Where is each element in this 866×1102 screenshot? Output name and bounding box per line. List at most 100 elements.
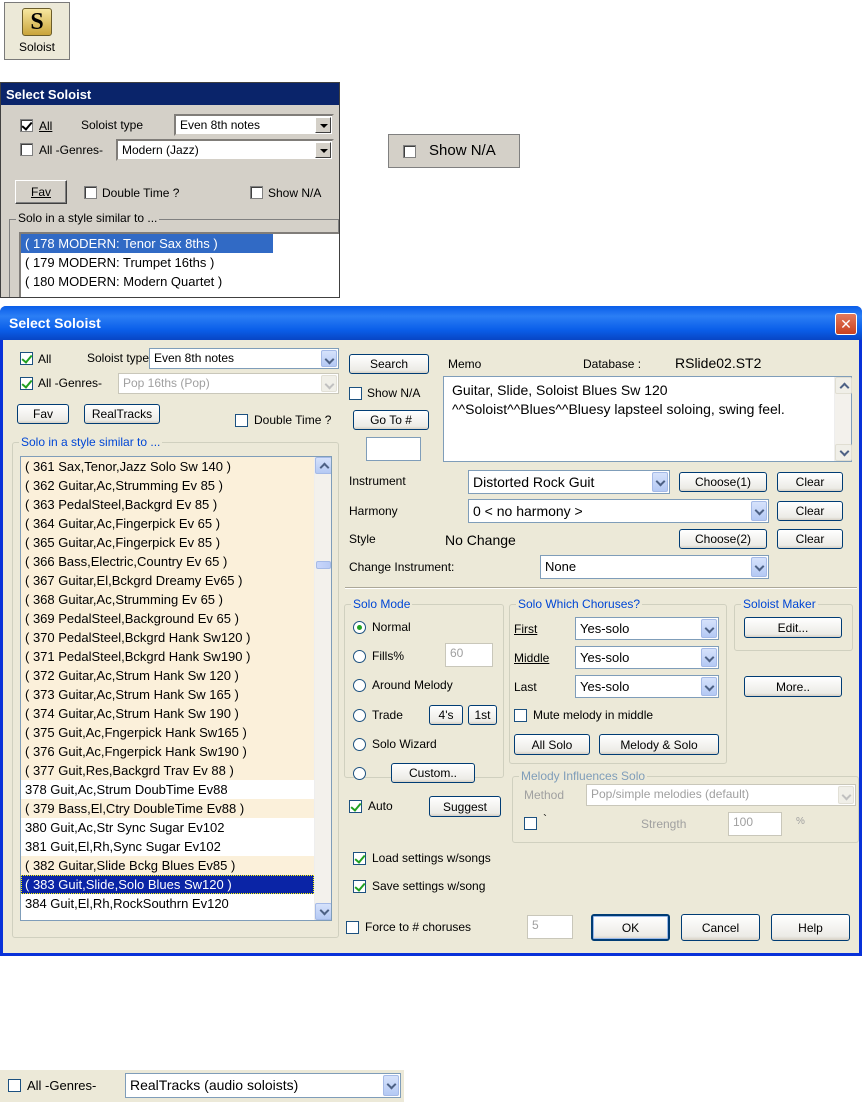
chevron-down-icon[interactable] [383,1075,399,1096]
list-item[interactable]: ( 376 Guit,Ac,Fngerpick Hank Sw190 ) [21,742,314,761]
trade-radio[interactable] [353,709,366,722]
small-show-na-checkbox[interactable] [250,186,263,199]
list-item[interactable]: ( 368 Guitar,Ac,Strumming Ev 65 ) [21,590,314,609]
small-fav-button[interactable]: Fav [15,180,67,204]
change-instrument-select[interactable]: None [540,555,769,579]
chevron-down-icon[interactable] [315,142,331,158]
genres-select[interactable]: Pop 16ths (Pop) [118,373,339,394]
melody-and-solo-button[interactable]: Melody & Solo [599,734,719,755]
small-genres-checkbox[interactable] [20,143,33,156]
trade-1st-button[interactable]: 1st [468,705,497,725]
callout-show-na-checkbox[interactable] [403,145,416,158]
memo-textarea[interactable]: Guitar, Slide, Soloist Blues Sw 120 ^^So… [443,376,852,462]
melody-influence-checkbox[interactable] [524,817,537,830]
save-settings-checkbox[interactable] [353,880,366,893]
list-item[interactable]: ( 361 Sax,Tenor,Jazz Solo Sw 140 ) [21,457,314,476]
scroll-down-icon[interactable] [835,444,852,461]
solo-wizard-radio[interactable] [353,738,366,751]
chevron-down-icon[interactable] [652,472,668,492]
ok-button[interactable]: OK [591,914,670,941]
more-button[interactable]: More.. [744,676,842,697]
list-item[interactable]: 380 Guit,Ac,Str Sync Sugar Ev102 [21,818,314,837]
goto-number-input[interactable] [366,437,421,461]
edit-button[interactable]: Edit... [744,617,842,638]
callout-genres-checkbox[interactable] [8,1079,21,1092]
trade-4s-button[interactable]: 4's [429,705,463,725]
all-checkbox[interactable] [20,352,33,365]
list-item[interactable]: 381 Guit,El,Rh,Sync Sugar Ev102 [21,837,314,856]
custom-radio[interactable] [353,767,366,780]
double-time-checkbox[interactable] [235,414,248,427]
list-item[interactable]: ( 370 PedalSteel,Bckgrd Hank Sw120 ) [21,628,314,647]
list-item[interactable]: ( 375 Guit,Ac,Fngerpick Hank Sw165 ) [21,723,314,742]
chevron-down-icon[interactable] [751,501,767,521]
suggest-button[interactable]: Suggest [429,796,501,817]
around-melody-radio[interactable] [353,679,366,692]
list-item[interactable]: 378 Guit,Ac,Strum DoubTime Ev88 [21,780,314,799]
fills-percent-input[interactable]: 60 [445,643,493,667]
list-item[interactable]: ( 383 Guit,Slide,Solo Blues Sw120 ) [21,875,314,894]
normal-radio[interactable] [353,621,366,634]
choose2-button[interactable]: Choose(2) [679,529,767,549]
memo-scrollbar[interactable] [834,377,852,461]
close-button[interactable]: ✕ [835,313,857,335]
list-item[interactable]: ( 363 PedalSteel,Backgrd Ev 85 ) [21,495,314,514]
callout-genres-select[interactable]: RealTracks (audio soloists) [125,1073,401,1098]
list-item[interactable]: ( 379 Bass,El,Ctry DoubleTime Ev88 ) [21,799,314,818]
list-item[interactable]: ( 366 Bass,Electric,Country Ev 65 ) [21,552,314,571]
list-scrollbar[interactable] [314,457,331,920]
method-select[interactable]: Pop/simple melodies (default) [586,784,856,806]
clear-harmony-button[interactable]: Clear [777,501,843,521]
chevron-down-icon[interactable] [701,677,717,696]
all-solo-button[interactable]: All Solo [514,734,590,755]
choose1-button[interactable]: Choose(1) [679,472,767,492]
list-item[interactable]: ( 372 Guitar,Ac,Strum Hank Sw 120 ) [21,666,314,685]
small-all-checkbox[interactable] [20,119,33,132]
harmony-select[interactable]: 0 < no harmony > [468,499,769,523]
chevron-down-icon[interactable] [701,619,717,638]
load-settings-checkbox[interactable] [353,852,366,865]
scroll-down-icon[interactable] [315,903,331,920]
chevron-down-icon[interactable] [321,350,337,367]
cancel-button[interactable]: Cancel [681,914,760,941]
small-double-time-checkbox[interactable] [84,186,97,199]
list-item[interactable]: ( 371 PedalSteel,Bckgrd Hank Sw190 ) [21,647,314,666]
scroll-thumb[interactable] [316,561,331,569]
list-item[interactable]: ( 179 MODERN: Trumpet 16ths ) [21,253,339,272]
last-chorus-select[interactable]: Yes-solo [575,675,719,698]
fills-radio[interactable] [353,650,366,663]
scroll-up-icon[interactable] [835,377,852,394]
force-choruses-input[interactable]: 5 [527,915,573,939]
middle-chorus-select[interactable]: Yes-solo [575,646,719,669]
search-button[interactable]: Search [349,354,429,374]
list-item[interactable]: ( 373 Guitar,Ac,Strum Hank Sw 165 ) [21,685,314,704]
list-item[interactable]: ( 362 Guitar,Ac,Strumming Ev 85 ) [21,476,314,495]
show-na-checkbox[interactable] [349,387,362,400]
strength-input[interactable]: 100 [728,812,782,836]
list-item[interactable]: 384 Guit,El,Rh,RockSouthrn Ev120 [21,894,314,913]
first-chorus-select[interactable]: Yes-solo [575,617,719,640]
help-button[interactable]: Help [771,914,850,941]
auto-checkbox[interactable] [349,800,362,813]
realtracks-button[interactable]: RealTracks [84,404,160,424]
chevron-down-icon[interactable] [751,557,767,577]
scroll-up-icon[interactable] [315,457,331,474]
chevron-down-icon[interactable] [321,375,337,392]
force-choruses-checkbox[interactable] [346,921,359,934]
mute-melody-checkbox[interactable] [514,709,527,722]
list-item[interactable]: ( 377 Guit,Res,Backgrd Trav Ev 88 ) [21,761,314,780]
solo-style-list[interactable]: ( 361 Sax,Tenor,Jazz Solo Sw 140 )( 362 … [20,456,332,921]
list-item[interactable]: ( 374 Guitar,Ac,Strum Hank Sw 190 ) [21,704,314,723]
goto-button[interactable]: Go To # [353,410,429,430]
instrument-select[interactable]: Distorted Rock Guit [468,470,670,494]
chevron-down-icon[interactable] [838,786,854,804]
small-soloist-type-select[interactable]: Even 8th notes [174,114,334,136]
list-item[interactable]: ( 367 Guitar,El,Bckgrd Dreamy Ev65 ) [21,571,314,590]
small-solo-style-list[interactable]: ( 178 MODERN: Tenor Sax 8ths ) ( 179 MOD… [19,232,339,297]
list-item[interactable]: ( 369 PedalSteel,Background Ev 65 ) [21,609,314,628]
list-item[interactable]: ( 365 Guitar,Ac,Fingerpick Ev 85 ) [21,533,314,552]
custom-button[interactable]: Custom.. [391,763,475,783]
list-item[interactable]: ( 178 MODERN: Tenor Sax 8ths ) [21,234,273,253]
chevron-down-icon[interactable] [701,648,717,667]
soloist-toolbar-button[interactable]: S Soloist [4,2,70,60]
